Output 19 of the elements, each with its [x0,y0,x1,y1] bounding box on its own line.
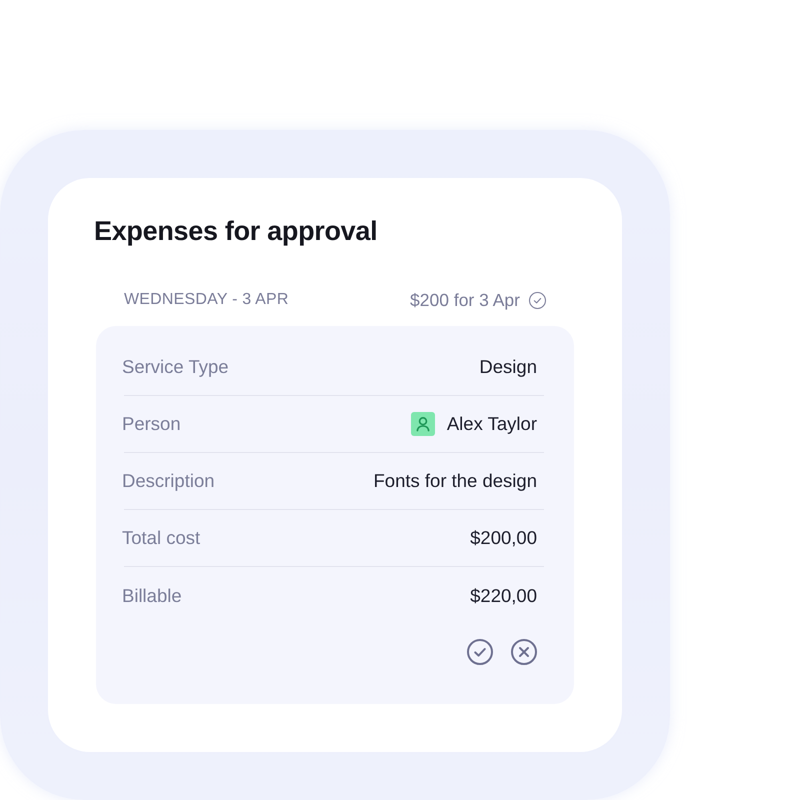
field-label: Total cost [122,527,200,549]
check-circle-icon [467,639,493,665]
field-label: Billable [122,584,182,606]
field-label: Service Type [122,356,229,378]
field-label: Person [122,413,181,435]
check-circle-icon [529,292,546,308]
field-value: $200,00 [470,527,537,549]
person-avatar-icon [410,412,435,436]
day-date: WEDNESDAY - 3 APR [124,291,289,309]
day-total: $200 for 3 Apr [410,290,520,310]
card-title: Expenses for approval [94,215,378,248]
field-value: Design [479,356,537,378]
reject-button[interactable] [511,639,537,665]
person-name: Alex Taylor [446,413,537,435]
approve-button[interactable] [467,639,493,665]
field-label: Description [122,470,215,492]
field-value: $220,00 [470,584,537,606]
close-circle-icon [511,639,537,665]
field-value: Fonts for the design [373,470,537,492]
